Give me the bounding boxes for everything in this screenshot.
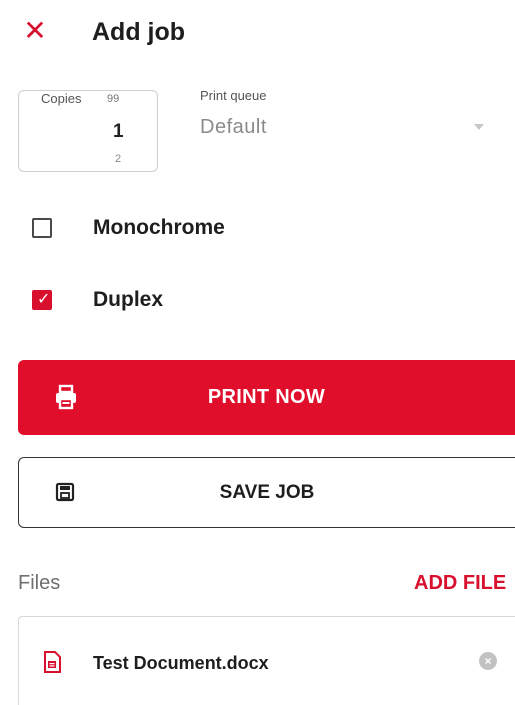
copies-stepper[interactable]: Copies 99 1 2 bbox=[18, 90, 158, 172]
remove-file-icon[interactable]: × bbox=[479, 652, 497, 670]
add-file-button[interactable]: ADD FILE bbox=[414, 572, 506, 595]
file-name: Test Document.docx bbox=[93, 653, 269, 673]
duplex-label[interactable]: Duplex bbox=[93, 288, 163, 312]
files-section-label: Files bbox=[18, 572, 61, 594]
dropdown-caret-icon[interactable] bbox=[474, 124, 484, 130]
document-icon bbox=[44, 651, 61, 673]
monochrome-label[interactable]: Monochrome bbox=[93, 216, 225, 240]
close-icon[interactable]: ✕ bbox=[18, 14, 52, 48]
print-now-button[interactable]: PRINT NOW bbox=[18, 360, 515, 435]
checkmark-icon: ✓ bbox=[37, 291, 51, 308]
page-title: Add job bbox=[92, 18, 186, 46]
file-list-item: Test Document.docx × bbox=[18, 616, 515, 705]
duplex-checkbox[interactable]: ✓ bbox=[32, 290, 52, 310]
copies-max-value: 99 bbox=[107, 93, 120, 105]
remove-glyph: × bbox=[484, 654, 492, 668]
monochrome-checkbox[interactable] bbox=[32, 218, 52, 238]
save-job-button[interactable]: SAVE JOB bbox=[18, 457, 515, 528]
print-now-label: PRINT NOW bbox=[207, 386, 326, 408]
print-queue-label: Print queue bbox=[200, 88, 267, 103]
copies-label: Copies bbox=[41, 91, 82, 106]
copies-min-value: 2 bbox=[115, 153, 122, 165]
save-job-label: SAVE JOB bbox=[219, 482, 315, 503]
copies-value[interactable]: 1 bbox=[113, 121, 124, 143]
print-queue-select[interactable]: Default bbox=[200, 116, 267, 139]
